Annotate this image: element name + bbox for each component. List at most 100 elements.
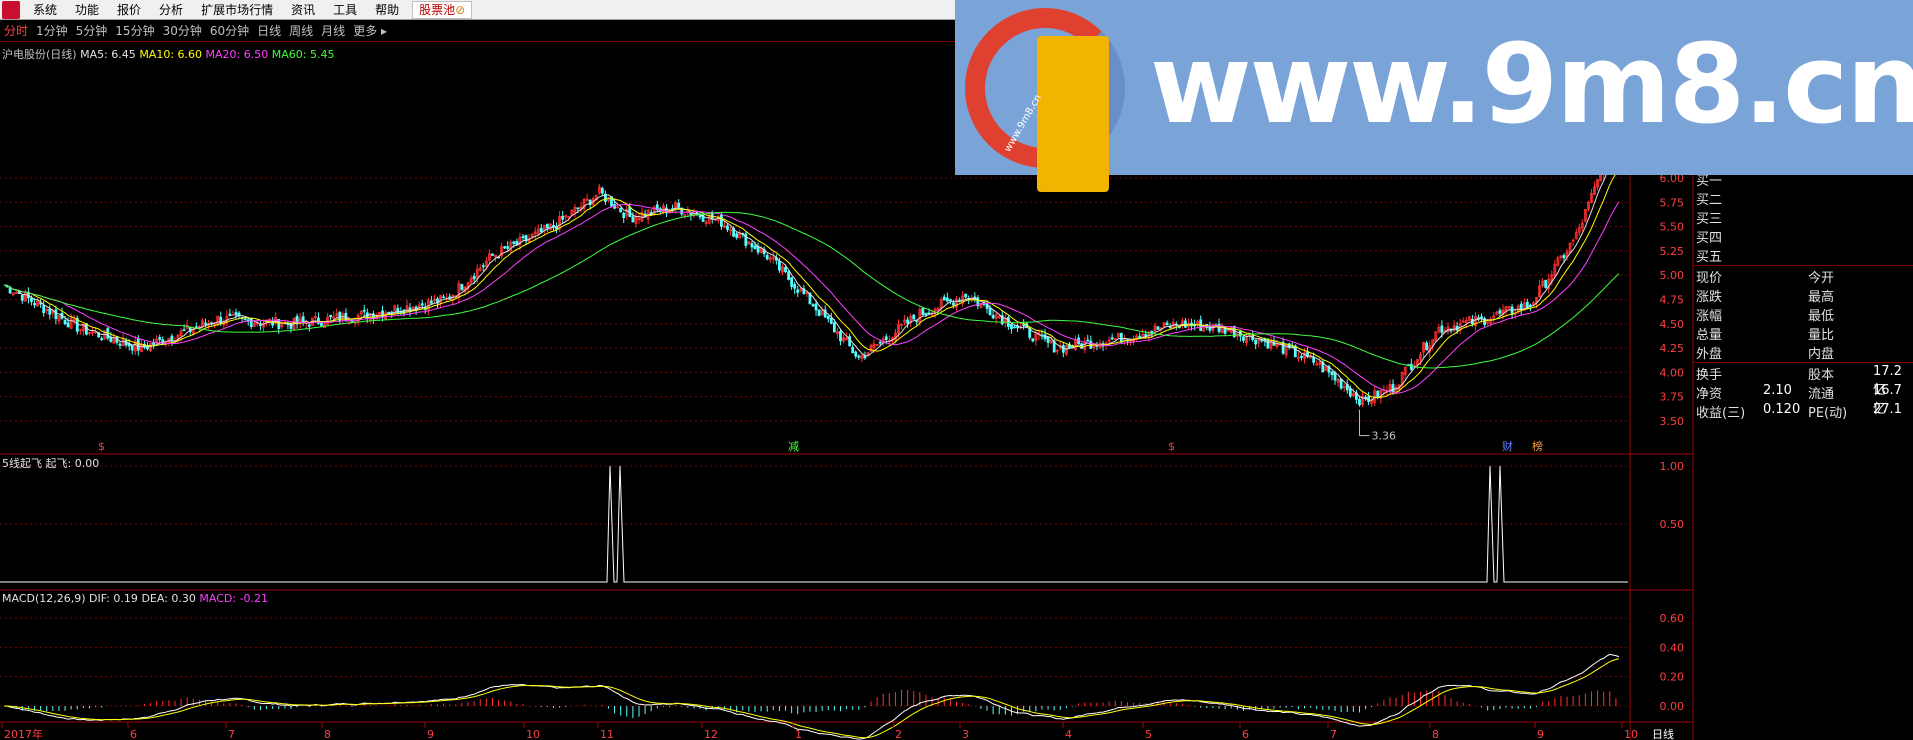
menu-news[interactable]: 资讯 bbox=[282, 0, 324, 20]
quote-label-left: 总量 bbox=[1696, 328, 1723, 343]
period-tab-3[interactable]: 15分钟 bbox=[111, 20, 158, 42]
period-tab-7[interactable]: 周线 bbox=[285, 20, 317, 42]
menu-function[interactable]: 功能 bbox=[66, 0, 108, 20]
candle-body bbox=[945, 297, 949, 302]
candle-body bbox=[832, 322, 836, 333]
candle-body bbox=[1046, 336, 1050, 343]
candle-body bbox=[600, 187, 604, 194]
x-axis-label: 10 bbox=[526, 728, 540, 740]
bid-row: 买五 bbox=[1693, 246, 1913, 265]
quote-label-right: 最高 bbox=[1808, 290, 1835, 305]
watermark-url: www.9m8.cn bbox=[1150, 20, 1913, 148]
quote-label-right: 量比 bbox=[1808, 328, 1835, 343]
menu-help[interactable]: 帮助 bbox=[366, 0, 408, 20]
candle-body bbox=[1376, 390, 1380, 398]
stat-row: 净资 2.10 流通 16.7亿 bbox=[1693, 383, 1913, 417]
period-tab-0[interactable]: 分时 bbox=[0, 20, 32, 42]
x-axis-label: 10 bbox=[1624, 728, 1638, 740]
candle-body bbox=[857, 355, 861, 358]
candle-body bbox=[1367, 396, 1371, 402]
candle-body bbox=[964, 293, 968, 298]
event-marker: 财 bbox=[1502, 439, 1513, 453]
period-tab-2[interactable]: 5分钟 bbox=[72, 20, 112, 42]
candle-body bbox=[1339, 378, 1343, 389]
x-axis-label: 6 bbox=[130, 728, 137, 740]
bid-row: 买三 bbox=[1693, 208, 1913, 227]
candle-body bbox=[1391, 384, 1395, 393]
candle-body bbox=[158, 337, 162, 340]
menu-analysis[interactable]: 分析 bbox=[150, 0, 192, 20]
watermark-logo-icon: www.9m8.cn bbox=[965, 8, 1125, 192]
x-axis-label: 4 bbox=[1065, 728, 1072, 740]
ma20-legend: MA20: 6.50 bbox=[205, 48, 269, 61]
candle-body bbox=[1254, 339, 1258, 345]
candle-body bbox=[952, 302, 955, 306]
x-axis-label: 8 bbox=[1432, 728, 1439, 740]
ma60-line bbox=[3, 211, 1620, 369]
candle-body bbox=[1330, 371, 1334, 375]
bid-label: 买二 bbox=[1696, 193, 1723, 208]
candle-body bbox=[152, 342, 155, 345]
indicator-name: 5线起飞 起飞: 0.00 bbox=[2, 457, 100, 470]
candle-body bbox=[20, 294, 24, 301]
macd-name: MACD(12,26,9) bbox=[2, 592, 86, 605]
candle-body bbox=[63, 320, 67, 325]
menu-system[interactable]: 系统 bbox=[24, 0, 66, 20]
candle-body bbox=[481, 265, 485, 268]
period-label: 日线 bbox=[1652, 727, 1674, 740]
candle-body bbox=[924, 312, 928, 315]
period-tab-1[interactable]: 1分钟 bbox=[32, 20, 72, 42]
bid-label: 买五 bbox=[1696, 250, 1723, 265]
macd-tick-label: 0.60 bbox=[1660, 612, 1685, 625]
macd-value: MACD: -0.21 bbox=[199, 592, 269, 605]
candle-body bbox=[1440, 325, 1444, 333]
candle-body bbox=[420, 303, 424, 306]
candle-body bbox=[814, 303, 818, 311]
candle-body bbox=[1544, 279, 1548, 288]
price-tick-label: 4.25 bbox=[1660, 342, 1685, 355]
menu-extended-market[interactable]: 扩展市场行情 bbox=[192, 0, 282, 20]
stat-value-right: 27.1 bbox=[1873, 402, 1902, 417]
candle-body bbox=[429, 300, 433, 304]
candle-body bbox=[1242, 336, 1245, 341]
stat-label-right: PE(动) bbox=[1808, 406, 1848, 421]
menu-tools[interactable]: 工具 bbox=[324, 0, 366, 20]
candle-body bbox=[1031, 338, 1035, 342]
candle-body bbox=[472, 275, 476, 280]
candle-body bbox=[1525, 301, 1529, 308]
candle-body bbox=[948, 299, 952, 302]
x-axis-label: 11 bbox=[600, 728, 614, 740]
period-tab-5[interactable]: 60分钟 bbox=[206, 20, 253, 42]
candle-body bbox=[387, 311, 391, 315]
stat-value: 2.10 bbox=[1763, 383, 1792, 398]
candle-body bbox=[689, 212, 693, 216]
candle-body bbox=[512, 241, 516, 244]
x-axis-label: 2 bbox=[895, 728, 902, 740]
candle-body bbox=[1409, 363, 1413, 370]
candle-body bbox=[720, 214, 723, 227]
macd-tick-label: 0.20 bbox=[1660, 671, 1685, 684]
candle-body bbox=[48, 308, 52, 315]
candle-body bbox=[259, 324, 262, 327]
candle-body bbox=[243, 318, 247, 321]
period-tab-4[interactable]: 30分钟 bbox=[159, 20, 206, 42]
candle-body bbox=[631, 216, 635, 223]
ma5-legend: MA5: 6.45 bbox=[80, 48, 136, 61]
candle-body bbox=[503, 246, 507, 249]
period-tab-8[interactable]: 月线 bbox=[317, 20, 349, 42]
x-axis-label: 9 bbox=[1537, 728, 1544, 740]
candle-body bbox=[1013, 326, 1016, 329]
candle-body bbox=[54, 309, 58, 320]
macd-legend: MACD(12,26,9) DIF: 0.19 DEA: 0.30 MACD: … bbox=[2, 592, 268, 605]
stock-name: 沪电股份(日线) bbox=[2, 48, 77, 61]
menu-quote[interactable]: 报价 bbox=[108, 0, 150, 20]
app-logo-icon[interactable] bbox=[2, 0, 20, 19]
quote-label-right: 今开 bbox=[1808, 271, 1835, 286]
period-tab-9[interactable]: 更多 ▸ bbox=[349, 20, 391, 42]
candle-body bbox=[491, 253, 494, 256]
stock-pool-button[interactable]: 股票池⊘ bbox=[412, 0, 473, 19]
bid-label: 买四 bbox=[1696, 231, 1723, 246]
period-tab-6[interactable]: 日线 bbox=[253, 20, 285, 42]
stat-label: 净资 bbox=[1696, 387, 1723, 402]
candle-body bbox=[884, 336, 888, 340]
